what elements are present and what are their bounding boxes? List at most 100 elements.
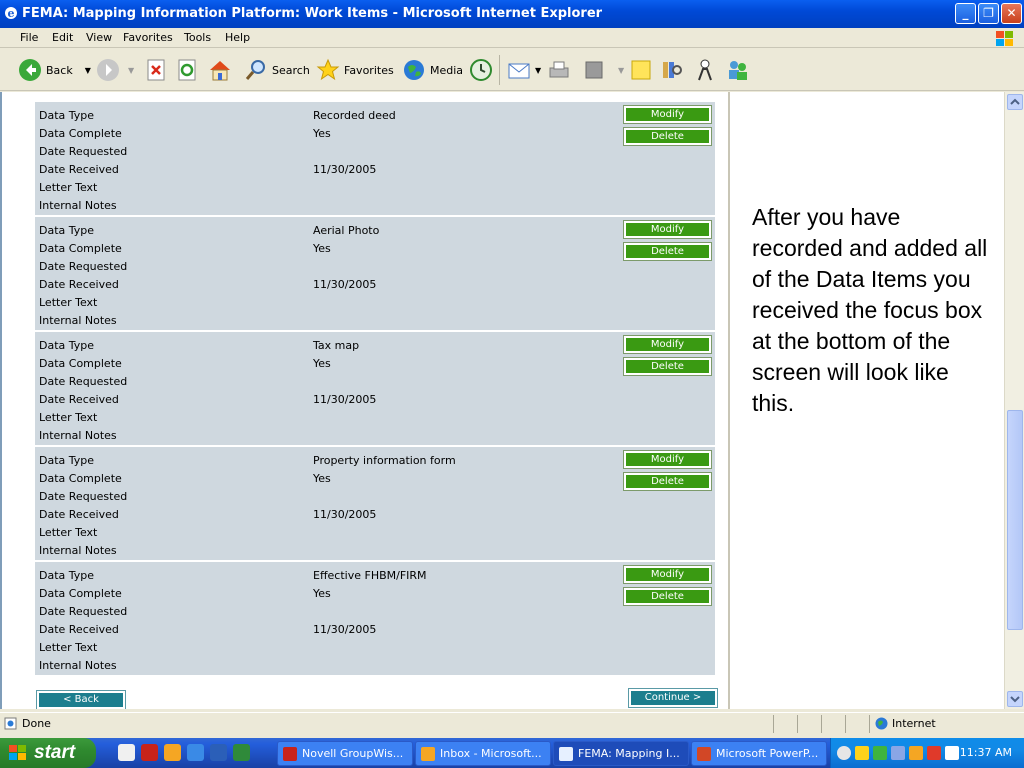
label-date-received: Date Received <box>39 278 119 291</box>
quicklaunch-desktop-icon[interactable] <box>118 744 135 761</box>
modify-button[interactable]: Modify <box>623 105 712 124</box>
mail-button[interactable]: ▼ <box>507 56 541 84</box>
note-icon <box>631 60 651 80</box>
status-pane <box>845 715 869 733</box>
menu-file[interactable]: File <box>20 31 38 44</box>
menu-favorites[interactable]: Favorites <box>123 31 173 44</box>
mail-dropdown-icon[interactable]: ▼ <box>535 66 541 75</box>
edit-button[interactable]: ▼ <box>584 56 624 84</box>
taskbar-item-fema[interactable]: FEMA: Mapping I... <box>553 741 689 766</box>
scroll-up-button[interactable] <box>1007 94 1023 110</box>
value-data-complete: Yes <box>313 127 331 140</box>
chevron-up-icon <box>1010 98 1020 105</box>
continue-button[interactable]: Continue > <box>628 688 718 708</box>
tray-volume-icon[interactable] <box>945 746 959 760</box>
messenger-button[interactable] <box>693 56 717 84</box>
window-title: FEMA: Mapping Information Platform: Work… <box>22 6 603 21</box>
modify-button[interactable]: Modify <box>623 450 712 469</box>
delete-button[interactable]: Delete <box>623 242 712 261</box>
status-bar: Done Internet <box>0 712 1024 734</box>
browser-toolbar: Back ▼ ▼ Search Favorites Media ▼ ▼ <box>0 49 1024 91</box>
label-letter-text: Letter Text <box>39 296 98 309</box>
value-date-received: 11/30/2005 <box>313 508 377 521</box>
quicklaunch-groupwise-icon[interactable] <box>141 744 158 761</box>
tray-expand-icon[interactable] <box>837 746 851 760</box>
modify-button[interactable]: Modify <box>623 220 712 239</box>
label-internal-notes: Internal Notes <box>39 544 117 557</box>
scroll-thumb[interactable] <box>1007 410 1023 630</box>
menu-help[interactable]: Help <box>225 31 250 44</box>
label-internal-notes: Internal Notes <box>39 429 117 442</box>
label-data-complete: Data Complete <box>39 587 122 600</box>
value-data-type: Recorded deed <box>313 109 396 122</box>
value-data-type: Aerial Photo <box>313 224 380 237</box>
quicklaunch-ie-icon[interactable] <box>187 744 204 761</box>
content-divider <box>728 92 730 709</box>
back-nav-button[interactable]: < Back <box>36 690 126 709</box>
delete-button[interactable]: Delete <box>623 127 712 146</box>
delete-button[interactable]: Delete <box>623 587 712 606</box>
label-date-requested: Date Requested <box>39 605 128 618</box>
tray-clock-icon[interactable] <box>909 746 923 760</box>
forward-dropdown-icon[interactable]: ▼ <box>128 66 134 75</box>
system-tray: 11:37 AM <box>830 738 1024 768</box>
edit-dropdown-icon[interactable]: ▼ <box>618 66 624 75</box>
favorites-button[interactable]: Favorites <box>316 56 394 84</box>
start-button[interactable]: start <box>0 738 96 768</box>
menu-tools[interactable]: Tools <box>184 31 211 44</box>
media-button[interactable]: Media <box>402 56 463 84</box>
forward-button[interactable]: ▼ <box>96 56 134 84</box>
label-data-type: Data Type <box>39 339 95 352</box>
home-icon <box>210 61 230 81</box>
svg-text:e: e <box>8 7 15 20</box>
discuss-button[interactable] <box>629 56 653 84</box>
history-button[interactable] <box>469 56 493 84</box>
contacts-button[interactable] <box>725 56 751 84</box>
home-button[interactable] <box>207 56 233 84</box>
window-titlebar[interactable]: e FEMA: Mapping Information Platform: Wo… <box>0 0 1024 28</box>
taskbar-item-powerpoint[interactable]: Microsoft PowerP... <box>691 741 827 766</box>
quicklaunch-excel-icon[interactable] <box>233 744 250 761</box>
label-letter-text: Letter Text <box>39 411 98 424</box>
delete-button[interactable]: Delete <box>623 472 712 491</box>
powerpoint-icon <box>697 747 711 761</box>
delete-button[interactable]: Delete <box>623 357 712 376</box>
back-dropdown-icon[interactable]: ▼ <box>85 66 91 75</box>
search-button[interactable]: Search <box>244 56 310 84</box>
ie-page-icon <box>559 747 573 761</box>
menu-edit[interactable]: Edit <box>52 31 73 44</box>
chevron-down-icon <box>1010 696 1020 703</box>
modify-button[interactable]: Modify <box>623 565 712 584</box>
quicklaunch-word-icon[interactable] <box>210 744 227 761</box>
back-button[interactable]: Back ▼ <box>18 56 91 84</box>
taskbar-item-groupwise[interactable]: Novell GroupWis... <box>277 741 413 766</box>
data-item-record: Data Type Data Complete Date Requested D… <box>35 562 715 675</box>
value-data-type: Tax map <box>313 339 360 352</box>
label-date-requested: Date Requested <box>39 490 128 503</box>
research-button[interactable] <box>660 56 684 84</box>
print-button[interactable] <box>547 56 571 84</box>
stop-button[interactable] <box>146 56 166 84</box>
maximize-button[interactable]: ❐ <box>978 3 999 24</box>
groupwise-icon <box>283 747 297 761</box>
contacts-people-icon <box>729 61 747 80</box>
tray-signal-icon[interactable] <box>873 746 887 760</box>
label-date-requested: Date Requested <box>39 260 128 273</box>
page-done-icon <box>4 717 17 730</box>
close-button[interactable]: ✕ <box>1001 3 1022 24</box>
tray-network-icon[interactable] <box>891 746 905 760</box>
tray-security-icon[interactable] <box>927 746 941 760</box>
tray-app-icon[interactable] <box>855 746 869 760</box>
modify-button[interactable]: Modify <box>623 335 712 354</box>
value-date-received: 11/30/2005 <box>313 623 377 636</box>
taskbar-item-inbox[interactable]: Inbox - Microsoft... <box>415 741 551 766</box>
quicklaunch-outlook-icon[interactable] <box>164 744 181 761</box>
refresh-button[interactable] <box>177 56 197 84</box>
scroll-down-button[interactable] <box>1007 691 1023 707</box>
search-icon <box>245 60 265 80</box>
value-data-complete: Yes <box>313 242 331 255</box>
value-data-type: Property information form <box>313 454 456 467</box>
minimize-button[interactable]: _ <box>955 3 976 24</box>
menu-view[interactable]: View <box>86 31 112 44</box>
vertical-scrollbar[interactable] <box>1004 92 1024 709</box>
